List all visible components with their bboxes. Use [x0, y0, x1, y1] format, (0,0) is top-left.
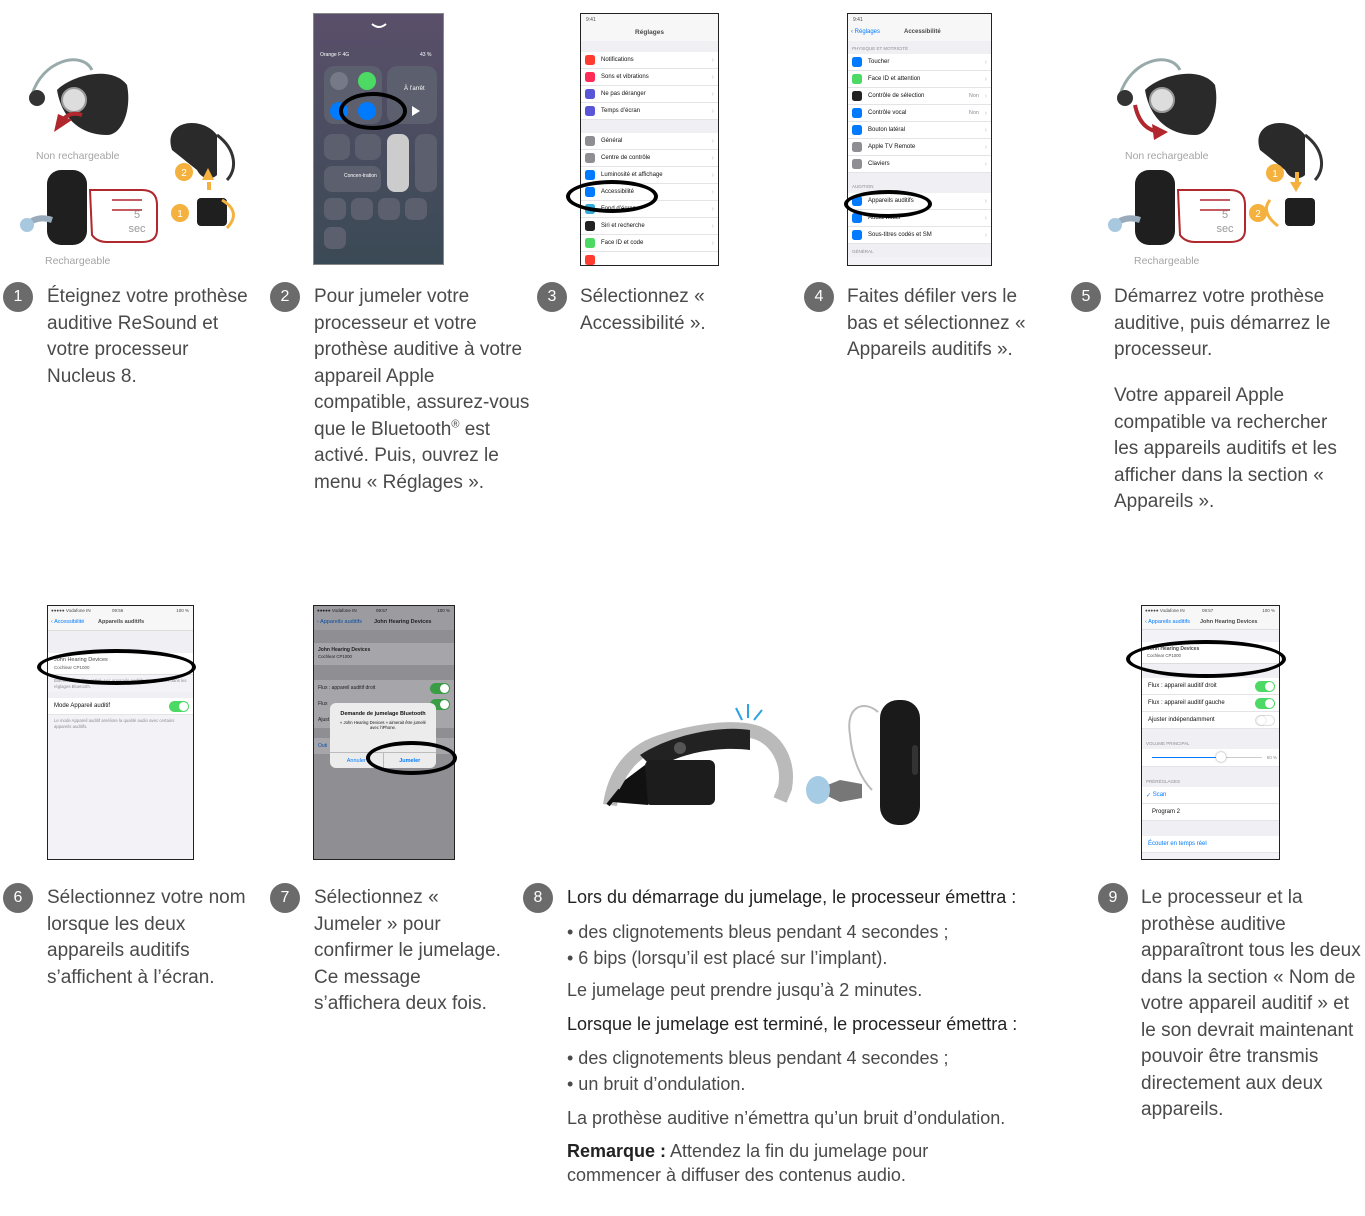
pairing-request-screenshot: ●●●●● Vodafone IN 09:57 100 % ‹ Appareil…	[313, 605, 455, 860]
adjust-independently-row[interactable]: Ajuster indépendamment	[1142, 712, 1279, 729]
step-number: 7	[270, 883, 300, 913]
step-8-paragraph: Le jumelage peut prendre jusqu’à 2 minut…	[567, 980, 923, 1000]
accessibility-row[interactable]: Bouton latéral ›	[848, 122, 991, 139]
hold-seconds: 5	[1222, 209, 1228, 221]
step-1-text: Éteignez votre prothèse auditive ReSound…	[47, 286, 248, 387]
hold-seconds-unit: sec	[128, 223, 146, 235]
rechargeable-caption: Rechargeable	[45, 255, 111, 267]
step-2-text: Pour jumeler votre processeur et votre p…	[314, 286, 530, 493]
settings-row[interactable]: Sons et vibrations ›	[581, 69, 718, 86]
accessibility-highlight	[566, 180, 658, 213]
step-5-text: Démarrez votre prothèse auditive, puis d…	[1114, 286, 1331, 360]
accessibility-row[interactable]: Contrôle vocal Non ›	[848, 105, 991, 122]
step-number: 1	[3, 282, 33, 312]
step-number: 4	[804, 282, 834, 312]
step-8-bullet: • 6 bips (lorsqu’il est placé sur l’impl…	[567, 948, 888, 968]
back-link[interactable]: ‹ Appareils auditifs	[317, 619, 362, 625]
preset-program-2[interactable]: Program 2	[1142, 804, 1279, 821]
stream-left-row[interactable]: Flux : appareil auditif gauche	[1142, 695, 1279, 712]
focus-label: Concen-tration	[344, 173, 377, 179]
badge-2: 2	[1255, 209, 1261, 220]
settings-row[interactable]: Siri et recherche ›	[581, 218, 718, 235]
control-center-screenshot: Orange F 4G 43 % À l’arrêt Concen-tratio…	[313, 13, 444, 265]
step-5-text-2: Votre appareil Apple compatible va reche…	[1114, 385, 1337, 512]
carrier-label: Orange F 4G	[320, 52, 349, 58]
settings-row[interactable]: Notifications ›	[581, 52, 718, 69]
non-rechargeable-caption: Non rechargeable	[36, 150, 120, 162]
hearing-mode-toggle[interactable]	[169, 700, 189, 712]
device-name-highlight	[37, 649, 196, 685]
step-8-text: Lors du démarrage du jumelage, le proces…	[567, 885, 1107, 1187]
step-number: 9	[1098, 883, 1128, 913]
badge-2: 2	[181, 168, 187, 179]
badge-1: 1	[1272, 169, 1278, 180]
status-time: 9:41	[581, 14, 718, 25]
step-6-text: Sélectionnez votre nom lorsque les deux …	[47, 887, 246, 988]
step-3-text: Sélectionnez « Accessibilité ».	[580, 286, 706, 334]
settings-row[interactable]: Temps d’écran ›	[581, 103, 718, 120]
step-4-text: Faites défiler vers le bas et sélectionn…	[847, 286, 1026, 360]
back-link[interactable]: ‹ Appareils auditifs	[1145, 619, 1190, 625]
settings-row[interactable]: Face ID et code ›	[581, 235, 718, 252]
step-number: 6	[3, 883, 33, 913]
step-number: 2	[270, 282, 300, 312]
settings-row[interactable]: Ne pas déranger ›	[581, 86, 718, 103]
step-8-bullet: • des clignotements bleus pendant 4 seco…	[567, 1048, 949, 1068]
preset-scan[interactable]: ✓ Scan	[1142, 787, 1279, 804]
accessibility-row[interactable]: Claviers ›	[848, 156, 991, 173]
settings-title: Réglages	[581, 25, 718, 41]
bluetooth-highlight	[339, 92, 407, 130]
device-name-highlight	[1126, 640, 1286, 678]
step-7-text: Sélectionnez « Jumeler » pour confirmer …	[314, 887, 501, 1014]
hold-seconds-unit: sec	[1216, 223, 1234, 235]
hearing-devices-screenshot: ●●●●● Vodafone IN 09:56 100 % ‹ Accessib…	[47, 605, 194, 860]
back-link[interactable]: ‹ Accessibilité	[51, 619, 84, 625]
badge-1: 1	[177, 209, 183, 220]
step-8-note: Remarque : Attendez la fin du jumelage p…	[567, 1141, 929, 1185]
hold-seconds: 5	[134, 209, 140, 221]
off-label: À l’arrêt	[404, 85, 425, 92]
accessibility-row[interactable]: Toucher ›	[848, 54, 991, 71]
rechargeable-caption: Rechargeable	[1134, 255, 1200, 267]
step-number: 3	[537, 282, 567, 312]
stream-right-row[interactable]: Flux : appareil auditif droit	[1142, 678, 1279, 695]
settings-row[interactable]	[581, 252, 718, 265]
back-link[interactable]: ‹ Réglages	[851, 29, 880, 35]
settings-row[interactable]: Général ›	[581, 133, 718, 150]
step-number: 8	[523, 883, 553, 913]
step-number: 5	[1071, 282, 1101, 312]
settings-row[interactable]: Centre de contrôle ›	[581, 150, 718, 167]
step-9-text: Le processeur et la prothèse auditive ap…	[1141, 887, 1361, 1120]
pair-button-highlight	[366, 741, 457, 775]
processor-and-hearing-aid-photo	[600, 680, 940, 830]
accessibility-row[interactable]: Face ID et attention ›	[848, 71, 991, 88]
step-8-paragraph: La prothèse auditive n’émettra qu’un bru…	[567, 1108, 1006, 1128]
settings-screenshot: 9:41 Réglages Notifications › Sons et vib…	[580, 13, 719, 266]
accessibility-row[interactable]: Contrôle de sélection Non ›	[848, 88, 991, 105]
accessibility-row[interactable]: Apple TV Remote ›	[848, 139, 991, 156]
screen-title: Accessibilité	[904, 29, 941, 35]
step-8-bullet: • des clignotements bleus pendant 4 seco…	[567, 922, 949, 942]
step-8-bullet: • un bruit d’ondulation.	[567, 1074, 746, 1094]
hearing-devices-highlight	[844, 190, 932, 218]
live-listen-row[interactable]: Écouter en temps réel	[1142, 836, 1279, 853]
non-rechargeable-caption: Non rechargeable	[1125, 150, 1209, 162]
accessibility-screenshot: 9:41 ‹ Réglages Accessibilité PHYSIQUE E…	[847, 13, 992, 266]
accessibility-row[interactable]: Sous-titres codés et SM ›	[848, 227, 991, 244]
hearing-mode-row[interactable]: Mode Appareil auditif	[48, 698, 193, 716]
battery-label: 43 %	[420, 52, 432, 58]
volume-slider[interactable]: 60 %	[1142, 749, 1279, 767]
step-8-heading: Lors du démarrage du jumelage, le proces…	[567, 887, 1017, 907]
step-8-heading-2: Lorsque le jumelage est terminé, le proc…	[567, 1014, 1018, 1034]
